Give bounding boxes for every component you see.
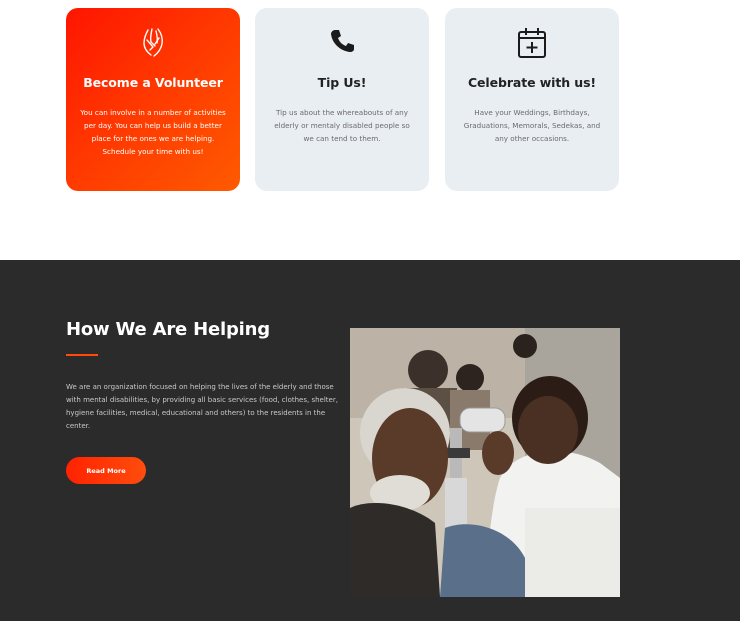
volunteer-card[interactable]: Become a Volunteer You can involve in a … [66,8,240,191]
card-title: Tip Us! [317,75,367,90]
calendar-plus-icon [445,26,619,62]
praying-hands-icon [66,26,240,62]
card-title: Become a Volunteer [83,75,223,90]
section-title: How We Are Helping [66,319,270,340]
celebrate-card[interactable]: Celebrate with us! Have your Weddings, B… [445,8,619,191]
how-we-help-section: How We Are Helping We are an organizatio… [0,260,740,621]
eye-exam-photo [350,328,620,597]
title-underline [66,354,98,356]
phone-icon [255,26,429,62]
section-description: We are an organization focused on helpin… [66,383,338,430]
tip-card[interactable]: Tip Us! Tip us about the whereabouts of … [255,8,429,191]
card-text: Have your Weddings, Birthdays, Graduatio… [463,108,601,143]
service-cards: Become a Volunteer You can involve in a … [66,8,620,191]
card-text: You can involve in a number of activitie… [80,108,226,156]
read-more-button[interactable]: Read More [66,457,146,484]
card-text: Tip us about the whereabouts of any elde… [274,108,410,143]
card-title: Celebrate with us! [467,75,597,90]
